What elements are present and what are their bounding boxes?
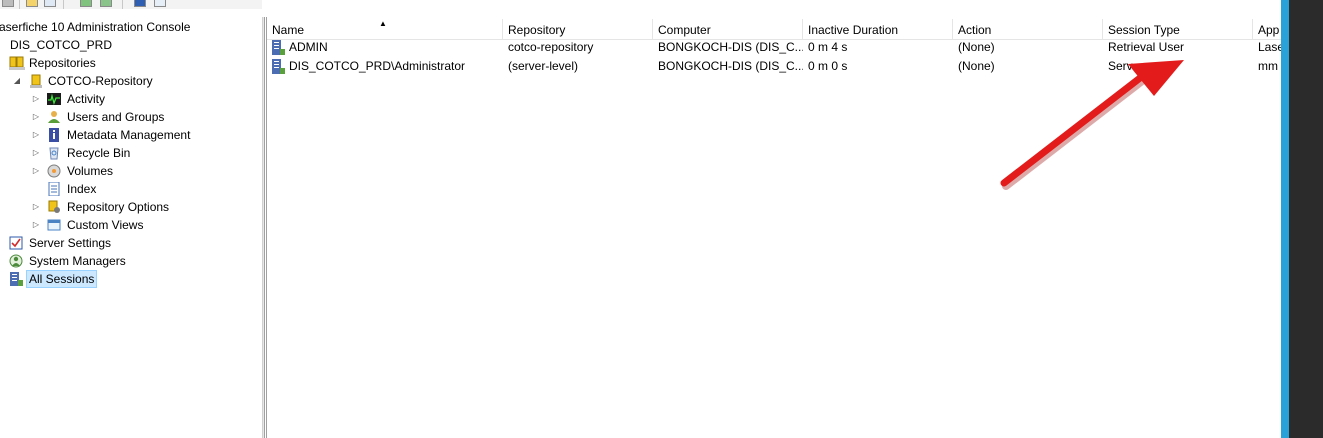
cell-app: Lase [1258, 40, 1281, 54]
cell-inactive-duration: 0 m 4 s [808, 40, 848, 54]
action-pane-icon[interactable] [154, 0, 166, 7]
expand-arrow-icon[interactable]: ▷ [31, 144, 41, 162]
tree-item-label: Activity [67, 92, 106, 106]
column-header-label: Computer [658, 23, 711, 37]
column-header-label: Inactive Duration [808, 23, 899, 37]
back-icon[interactable] [2, 0, 14, 7]
recycle-bin-icon [47, 146, 61, 160]
tree-item-label: Users and Groups [67, 110, 165, 124]
toolbar-separator [63, 0, 64, 9]
expand-arrow-icon[interactable]: ▷ [31, 198, 41, 216]
column-header-action[interactable]: Action [953, 19, 1103, 39]
session-icon [271, 40, 285, 55]
tree-item-label: Metadata Management [67, 128, 191, 142]
repository-options-icon [47, 200, 61, 214]
column-header-label: App [1258, 23, 1280, 37]
session-icon [271, 59, 285, 74]
column-header-name[interactable]: ▲ Name [267, 19, 503, 39]
column-header-repository[interactable]: Repository [503, 19, 653, 39]
refresh-icon[interactable] [80, 0, 92, 7]
show-hide-tree-icon[interactable] [44, 0, 56, 7]
repositories-icon [9, 56, 25, 70]
volumes-icon [47, 164, 61, 178]
column-header-label: Repository [508, 23, 566, 37]
cell-computer: BONGKOCH-DIS (DIS_C... [658, 40, 803, 54]
cell-repository: cotco-repository [508, 40, 594, 54]
table-row[interactable]: DIS_COTCO_PRD\Administrator (server-leve… [267, 57, 1281, 76]
column-header-label: Action [958, 23, 992, 37]
index-icon [47, 181, 61, 197]
column-header-session-type[interactable]: Session Type [1103, 19, 1253, 39]
system-managers-icon [9, 254, 23, 268]
column-header-label: Session Type [1108, 23, 1180, 37]
users-groups-icon [47, 110, 61, 124]
sort-ascending-icon: ▲ [379, 19, 387, 28]
cell-app: mm [1258, 59, 1278, 73]
tree-item-label: COTCO-Repository [48, 74, 153, 88]
expand-arrow-icon[interactable]: ▷ [31, 126, 41, 144]
column-header-label: Name [272, 23, 305, 37]
cell-session-type: Retrieval User [1108, 40, 1185, 54]
help-icon[interactable] [134, 0, 146, 7]
tree-item-label: Volumes [67, 164, 114, 178]
toolbar [0, 0, 262, 9]
expand-arrow-icon[interactable]: ▷ [31, 90, 41, 108]
desktop-background [1289, 0, 1323, 438]
cell-computer: BONGKOCH-DIS (DIS_C... [658, 59, 803, 73]
expand-arrow-icon[interactable]: ▷ [31, 216, 41, 234]
server-settings-icon [9, 236, 23, 250]
window-border [1281, 0, 1289, 438]
cell-name: ADMIN [289, 40, 328, 54]
export-list-icon[interactable] [100, 0, 112, 7]
sessions-icon [9, 272, 23, 286]
activity-icon [47, 92, 61, 106]
pane-splitter[interactable] [262, 17, 265, 438]
tree-item-label: Index [67, 182, 97, 196]
tree-item-label: Custom Views [67, 218, 144, 232]
column-header-inactive-duration[interactable]: Inactive Duration [803, 19, 953, 39]
list-header: ▲ Name Repository Computer Inactive Dura… [267, 19, 1281, 40]
repository-icon [29, 74, 43, 88]
toolbar-separator [122, 0, 123, 9]
tree-item-label: Repositories [29, 56, 96, 70]
custom-views-icon [47, 218, 61, 232]
metadata-icon [47, 128, 61, 142]
table-row[interactable]: ADMIN cotco-repository BONGKOCH-DIS (DIS… [267, 38, 1281, 57]
expand-arrow-icon[interactable]: ▷ [31, 108, 41, 126]
tree-item-label: DIS_COTCO_PRD [10, 38, 113, 52]
toolbar-separator [19, 0, 20, 9]
collapse-arrow-icon[interactable]: ◢ [12, 72, 22, 90]
folder-icon[interactable] [26, 0, 38, 7]
cell-name: DIS_COTCO_PRD\Administrator [289, 59, 466, 73]
cell-inactive-duration: 0 m 0 s [808, 59, 848, 73]
tree-item-label: Recycle Bin [67, 146, 131, 160]
tree-item-label: All Sessions [26, 270, 98, 288]
expand-arrow-icon[interactable]: ▷ [31, 162, 41, 180]
column-header-app[interactable]: App [1253, 19, 1281, 39]
tree-item-label: System Managers [29, 254, 126, 268]
tree-item-label: Server Settings [29, 236, 112, 250]
column-header-computer[interactable]: Computer [653, 19, 803, 39]
tree-item-label: Repository Options [67, 200, 170, 214]
cell-repository: (server-level) [508, 59, 579, 73]
cell-action: (None) [958, 59, 995, 73]
cell-session-type: Server [1108, 59, 1144, 73]
navigation-tree: aserfiche 10 Administration Console DIS_… [0, 17, 262, 438]
sessions-list: ▲ Name Repository Computer Inactive Dura… [266, 17, 1281, 438]
tree-item-label: aserfiche 10 Administration Console [0, 20, 191, 34]
cell-action: (None) [958, 40, 995, 54]
